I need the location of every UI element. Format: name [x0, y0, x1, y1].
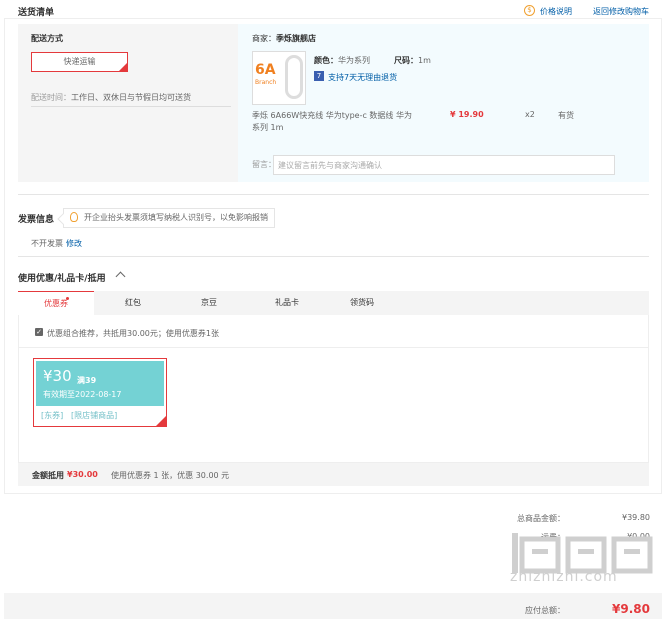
recommend-checkbox[interactable]: ✓ — [35, 328, 43, 336]
delivery-time-label: 配送时间： — [31, 93, 71, 102]
remark-input[interactable]: 建议留言前先与商家沟通确认 — [273, 155, 615, 175]
section-title: 送货清单 — [18, 8, 55, 18]
watermark-text: zhizhizhi.com — [510, 569, 618, 585]
size-label: 尺码： — [394, 56, 418, 65]
product-color: 颜色：华为系列 — [314, 55, 370, 66]
invoice-title: 发票信息 — [18, 215, 55, 225]
coupon-card-top: ¥30 满39 有效期至2022-08-17 — [36, 361, 164, 406]
goods-total-value: ¥39.80 — [622, 513, 650, 522]
cable-icon — [285, 55, 303, 99]
delivery-time: 配送时间：工作日、双休日与节假日均可送货 — [31, 92, 191, 103]
delivery-method-label: 快递运输 — [63, 57, 96, 66]
product-title[interactable]: 季烁 6A66W快充线 华为type-c 数据线 华为系列 1m — [252, 110, 412, 134]
coupon-amount: ¥30 — [43, 367, 72, 385]
new-dot-icon — [66, 297, 69, 300]
goods-total-label: 总商品金额： — [517, 514, 565, 523]
product-price: ¥ 19.90 — [450, 110, 484, 119]
shop-label: 商家： — [252, 34, 276, 43]
product-image-text: 6A — [255, 62, 276, 78]
watermark-logo: zhizhizhi.com — [508, 529, 658, 591]
tab-label: 优惠券 — [44, 299, 68, 308]
color-label: 颜色： — [314, 56, 338, 65]
price-info-link[interactable]: 价格说明 — [540, 6, 572, 17]
tab-coupons[interactable]: 优惠券 — [18, 291, 94, 315]
delivery-divider — [31, 106, 231, 107]
delivery-panel: 配送方式 快递运输 配送时间：工作日、双休日与节假日均可送货 — [18, 24, 238, 182]
coupons-title: 使用优惠/礼品卡/抵用 — [18, 274, 106, 284]
shop-info: 商家：季烁旗舰店 — [252, 33, 316, 44]
shop-name[interactable]: 季烁旗舰店 — [276, 34, 316, 43]
payable-label: 应付总额： — [525, 606, 565, 615]
product-image-subtext: Branch — [255, 79, 277, 86]
product-image[interactable]: 6A Branch — [252, 51, 306, 105]
product-qty: x2 — [525, 110, 535, 119]
size-value: 1m — [418, 56, 431, 65]
coupon-tag-jd: [东券] — [41, 411, 64, 420]
section-divider — [18, 256, 649, 257]
tab-red-packets[interactable]: 红包 — [98, 291, 168, 315]
delivery-method-button[interactable]: 快递运输 — [31, 52, 128, 72]
back-to-cart-link[interactable]: 返回修改购物车 — [593, 6, 649, 17]
selected-corner-icon — [119, 63, 127, 71]
delivery-label: 配送方式 — [31, 34, 63, 43]
tab-gift-card[interactable]: 礼品卡 — [252, 291, 322, 315]
product-size: 尺码：1m — [394, 55, 431, 66]
delivery-time-value: 工作日、双休日与节假日均可送货 — [71, 93, 191, 102]
invoice-tip: 开企业抬头发票须填写纳税人识别号，以免影响报销 — [63, 208, 275, 228]
payable-value: ¥9.80 — [612, 602, 650, 616]
return-policy[interactable]: 支持7天无理由退货 — [328, 72, 397, 83]
tab-pickup-code[interactable]: 领货码 — [327, 291, 397, 315]
tab-jd-beans[interactable]: 京豆 — [174, 291, 244, 315]
invoice-tip-text: 开企业抬头发票须填写纳税人识别号，以免影响报销 — [84, 213, 268, 222]
coupon-tag-shop: [限店铺商品] — [71, 411, 118, 420]
recommend-text: 优惠组合推荐，共抵用30.00元；使用优惠券1张 — [47, 329, 219, 338]
coupon-divider — [18, 347, 649, 348]
color-value: 华为系列 — [338, 56, 370, 65]
coupon-total-desc: 使用优惠券 1 张，优惠 30.00 元 — [111, 471, 230, 480]
selected-corner-icon — [156, 416, 166, 426]
coupon-condition: 满39 — [77, 376, 97, 385]
lightbulb-icon — [70, 212, 78, 222]
coupon-total-label: 金额抵用 — [32, 471, 64, 480]
shop-panel: 商家：季烁旗舰店 6A Branch 颜色：华为系列 尺码：1m 7 支持7天无… — [238, 24, 649, 182]
coupon-total-bar: 金额抵用 ¥30.00 使用优惠券 1 张，优惠 30.00 元 — [18, 463, 649, 486]
product-stock: 有货 — [558, 111, 574, 120]
section-divider — [18, 194, 649, 195]
coupon-validity: 有效期至2022-08-17 — [43, 390, 122, 399]
price-info-icon: $ — [524, 5, 535, 16]
coupon-card[interactable]: ¥30 满39 有效期至2022-08-17 [东券] [限店铺商品] — [33, 358, 167, 427]
invoice-modify-link[interactable]: 修改 — [66, 238, 82, 249]
coupon-tabs: 优惠券 红包 京豆 礼品卡 领货码 — [18, 291, 649, 315]
coupon-total-value: ¥30.00 — [67, 470, 98, 479]
invoice-status: 不开发票 — [31, 239, 63, 248]
return-badge-icon: 7 — [314, 71, 324, 81]
